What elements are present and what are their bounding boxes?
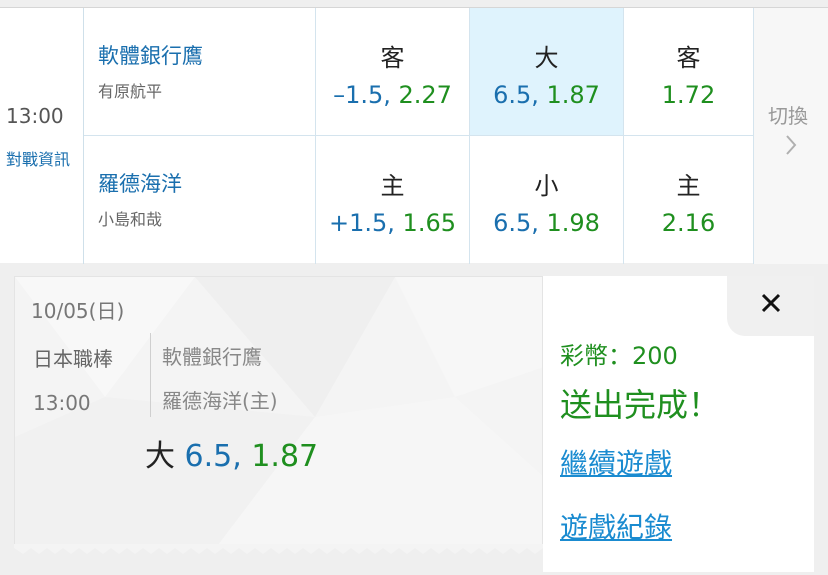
continue-game-link[interactable]: 繼續遊戲 xyxy=(560,442,672,482)
ticket-torn-edge xyxy=(14,544,543,554)
close-icon xyxy=(761,293,781,313)
odd-price: 1.87 xyxy=(546,81,600,109)
home-team-cell: 羅德海洋 小島和哉 xyxy=(84,136,316,264)
time-column: 13:00 對戰資訊 xyxy=(0,8,84,264)
odd-label: 主 xyxy=(676,172,701,200)
switch-button[interactable]: 切換 xyxy=(754,8,828,264)
game-row: 13:00 對戰資訊 軟體銀行鷹 有原航平 羅德海洋 小島和哉 客 –1.5, … xyxy=(0,7,828,264)
odd-label: 大 xyxy=(534,44,559,72)
away-team-cell: 軟體銀行鷹 有原航平 xyxy=(84,8,316,136)
home-pitcher: 小島和哉 xyxy=(98,210,163,229)
ticket-time: 13:00 xyxy=(33,391,91,415)
ticket-league: 日本職棒 xyxy=(33,347,113,371)
ticket-pick: 大 6.5, 1.87 xyxy=(145,431,318,475)
odd-home-moneyline[interactable]: 主 2.16 xyxy=(624,136,754,264)
chevron-right-icon xyxy=(786,135,797,155)
odd-label: 小 xyxy=(534,172,559,200)
close-button[interactable] xyxy=(727,276,814,336)
odd-line: 6.5, xyxy=(493,209,539,237)
result-box: 彩幣：200 送出完成！ 繼續遊戲 遊戲紀錄 xyxy=(543,276,814,572)
odd-label: 客 xyxy=(380,44,405,72)
odd-price: 1.65 xyxy=(402,209,456,237)
odd-line: –1.5, xyxy=(333,81,391,109)
submit-status: 送出完成！ xyxy=(560,386,721,424)
away-team-name: 軟體銀行鷹 xyxy=(98,44,203,68)
coins-text: 彩幣：200 xyxy=(560,342,678,370)
matchup-info-link[interactable]: 對戰資訊 xyxy=(6,146,70,170)
odd-price: 1.72 xyxy=(661,81,716,109)
odd-label: 主 xyxy=(380,172,405,200)
game-history-link[interactable]: 遊戲紀錄 xyxy=(560,506,672,546)
odd-line: +1.5, xyxy=(329,209,395,237)
pick-line: 6.5, xyxy=(184,439,242,474)
bet-ticket: 10/05(日) 日本職棒 13:00 軟體銀行鷹 羅德海洋(主) 大 6.5,… xyxy=(14,276,543,548)
ticket-divider xyxy=(150,333,151,417)
bet-confirmation-panel: 10/05(日) 日本職棒 13:00 軟體銀行鷹 羅德海洋(主) 大 6.5,… xyxy=(14,276,814,572)
odd-over[interactable]: 大 6.5, 1.87 xyxy=(470,8,624,136)
pick-label: 大 xyxy=(145,439,175,474)
odd-line: 6.5, xyxy=(493,81,539,109)
odd-price: 2.27 xyxy=(398,81,452,109)
ticket-date: 10/05(日) xyxy=(31,299,125,323)
odd-price: 2.16 xyxy=(661,209,716,237)
game-time: 13:00 xyxy=(6,104,64,128)
odd-away-moneyline[interactable]: 客 1.72 xyxy=(624,8,754,136)
odd-away-spread[interactable]: 客 –1.5, 2.27 xyxy=(316,8,470,136)
odd-under[interactable]: 小 6.5, 1.98 xyxy=(470,136,624,264)
switch-label: 切換 xyxy=(768,104,808,128)
away-pitcher: 有原航平 xyxy=(98,82,163,101)
odd-label: 客 xyxy=(676,44,701,72)
odd-price: 1.98 xyxy=(546,209,600,237)
pick-price: 1.87 xyxy=(251,439,319,474)
odd-home-spread[interactable]: 主 +1.5, 1.65 xyxy=(316,136,470,264)
ticket-away-team: 軟體銀行鷹 xyxy=(162,345,262,369)
ticket-home-team: 羅德海洋(主) xyxy=(162,389,278,413)
home-team-name: 羅德海洋 xyxy=(98,172,182,196)
